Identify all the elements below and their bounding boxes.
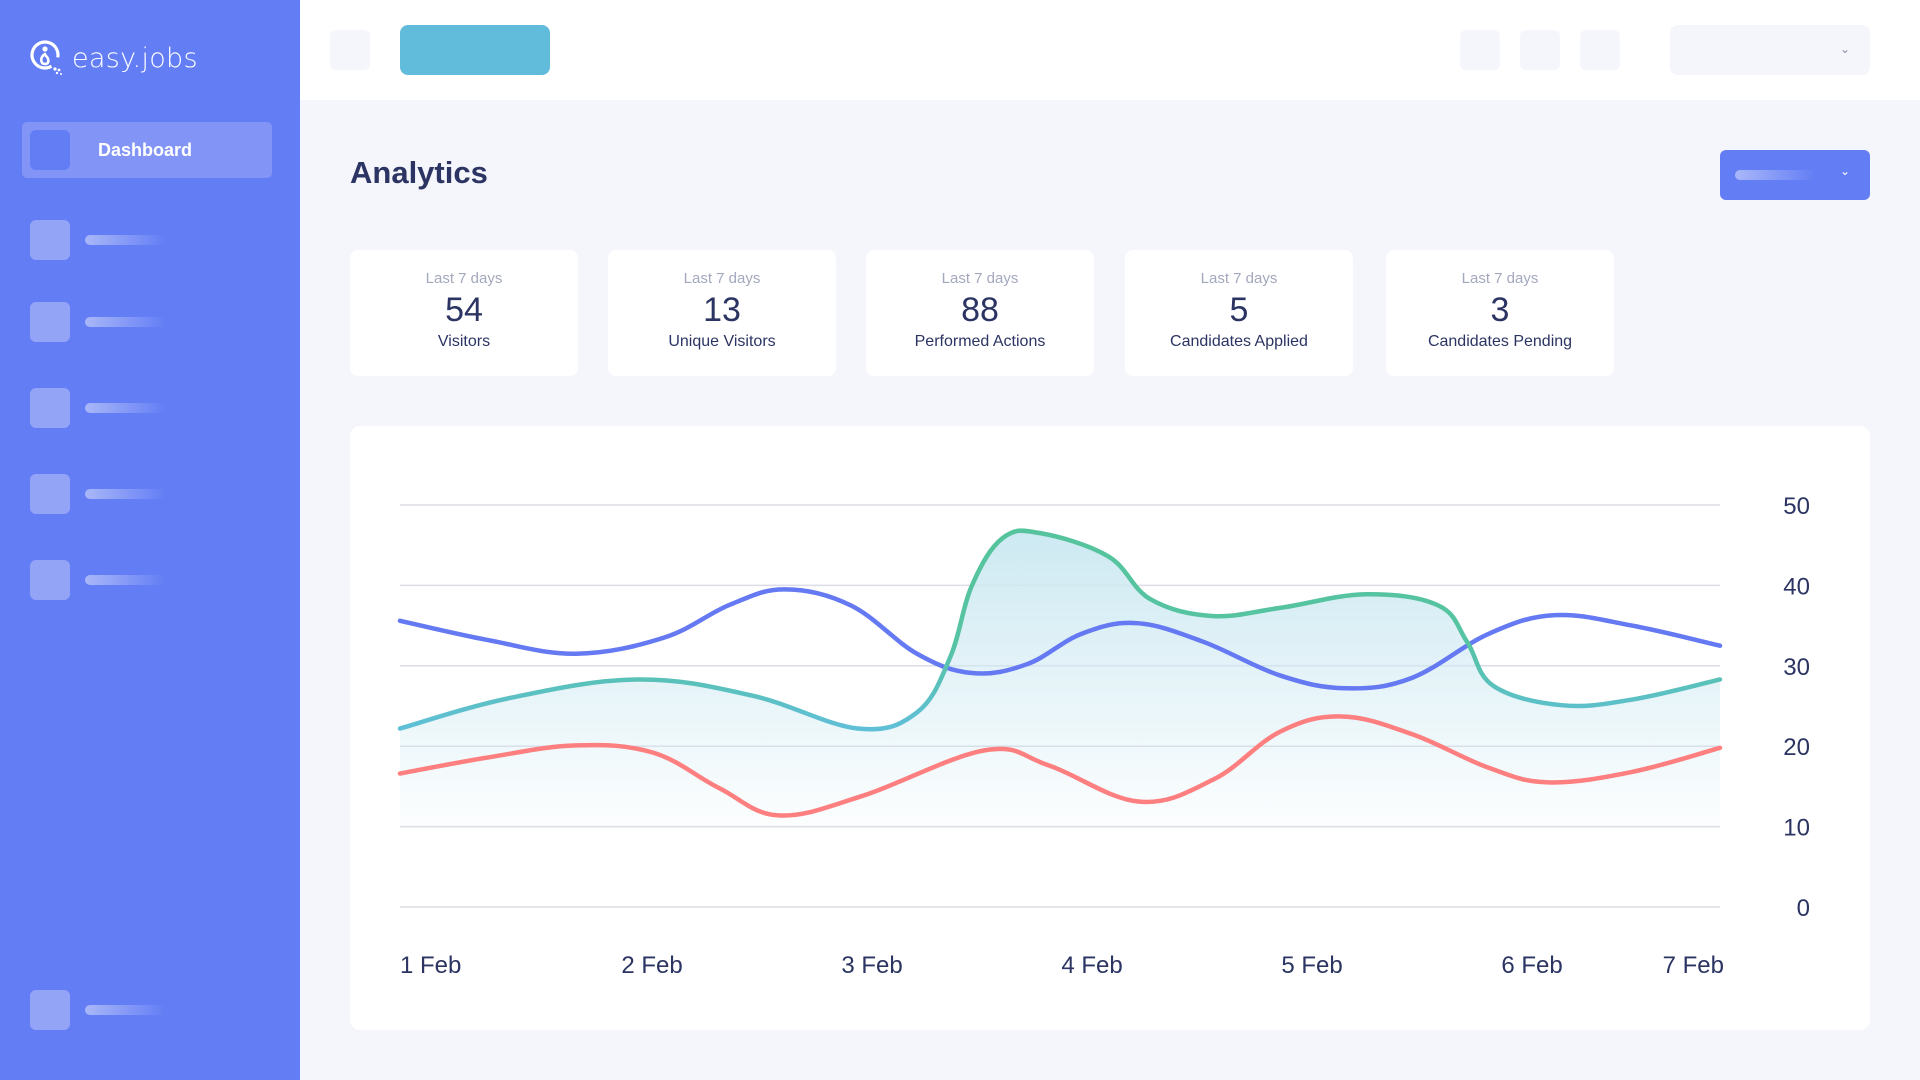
x-tick-label: 3 Feb xyxy=(841,952,902,979)
sidebar-item-label: Dashboard xyxy=(98,139,193,160)
x-tick-label: 2 Feb xyxy=(621,952,682,979)
stat-label: Performed Actions xyxy=(914,333,1046,350)
brand-logo[interactable]: easy.jobs xyxy=(28,38,198,78)
nav-placeholder-label xyxy=(85,317,165,327)
analytics-line-chart: 0 10 20 30 40 50 1 Feb 2 Feb 3 Feb 4 Feb 5 Feb 6 F… xyxy=(397,493,1810,979)
stat-card-visitors: Last 7 days 54 Visitors xyxy=(350,250,578,376)
y-tick-label: 40 xyxy=(1783,573,1810,600)
chevron-down-icon: ⌄ xyxy=(1839,164,1850,178)
sidebar-item-placeholder[interactable] xyxy=(30,474,230,514)
nav-placeholder-icon xyxy=(30,220,70,260)
sidebar-item-placeholder[interactable] xyxy=(30,302,230,342)
easyjobs-logo-icon xyxy=(30,40,62,75)
y-tick-label: 20 xyxy=(1783,734,1810,761)
nav-placeholder-label xyxy=(85,235,165,245)
analytics-chart-card: 0 10 20 30 40 50 1 Feb 2 Feb 3 Feb 4 Feb 5 Feb 6 F… xyxy=(350,426,1870,1030)
x-tick-label: 4 Feb xyxy=(1061,952,1122,979)
nav-placeholder-icon xyxy=(30,560,70,600)
nav-placeholder-icon xyxy=(30,474,70,514)
stat-card-unique-visitors: Last 7 days 13 Unique Visitors xyxy=(608,250,836,376)
sidebar-item-placeholder[interactable] xyxy=(30,560,230,600)
brand-name: easy.jobs xyxy=(72,42,198,74)
stat-label: Unique Visitors xyxy=(668,333,776,350)
stat-period: Last 7 days xyxy=(425,270,503,287)
y-tick-label: 50 xyxy=(1783,493,1810,520)
x-tick-label: 5 Feb xyxy=(1281,952,1342,979)
topbar-icon-button[interactable] xyxy=(1580,30,1620,70)
topbar-icon-button[interactable] xyxy=(1520,30,1560,70)
series-area-2 xyxy=(400,530,1720,827)
sidebar-item-placeholder[interactable] xyxy=(30,388,230,428)
filter-placeholder-label xyxy=(1735,170,1815,180)
y-tick-label: 10 xyxy=(1783,815,1810,842)
sidebar-item-placeholder[interactable] xyxy=(30,220,230,260)
date-filter-dropdown[interactable]: ⌄ xyxy=(1720,150,1870,200)
stat-value: 54 xyxy=(445,291,483,329)
stat-period: Last 7 days xyxy=(683,270,761,287)
stat-value: 5 xyxy=(1229,291,1249,329)
menu-toggle-button[interactable] xyxy=(330,30,370,70)
dashboard-icon xyxy=(30,130,70,170)
stat-value: 13 xyxy=(703,291,741,329)
sidebar: easy.jobs Dashboard xyxy=(0,0,300,1080)
stat-card-candidates-applied: Last 7 days 5 Candidates Applied xyxy=(1125,250,1353,376)
nav-placeholder-label xyxy=(85,489,165,499)
sidebar-footer-item[interactable] xyxy=(30,990,230,1030)
nav-placeholder-label xyxy=(85,1005,165,1015)
x-tick-label: 7 Feb xyxy=(1663,952,1724,979)
nav-placeholder-label xyxy=(85,403,165,413)
primary-action-button[interactable] xyxy=(400,25,550,75)
stat-value: 3 xyxy=(1490,291,1510,329)
page-title: Analytics xyxy=(350,155,488,190)
stat-value: 88 xyxy=(961,291,999,329)
stat-label: Candidates Pending xyxy=(1427,333,1573,350)
nav-placeholder-icon xyxy=(30,990,70,1030)
company-select[interactable]: ⌄ xyxy=(1670,25,1870,75)
nav-placeholder-icon xyxy=(30,388,70,428)
topbar-icon-button[interactable] xyxy=(1460,30,1500,70)
nav-placeholder-icon xyxy=(30,302,70,342)
stat-period: Last 7 days xyxy=(1461,270,1539,287)
chevron-down-icon: ⌄ xyxy=(1839,42,1850,56)
stat-period: Last 7 days xyxy=(941,270,1019,287)
y-tick-label: 30 xyxy=(1783,654,1810,681)
topbar: ⌄ xyxy=(300,0,1920,100)
y-tick-label: 0 xyxy=(1797,895,1810,922)
x-tick-label: 1 Feb xyxy=(400,952,461,979)
stat-period: Last 7 days xyxy=(1200,270,1278,287)
x-tick-label: 6 Feb xyxy=(1501,952,1562,979)
stat-label: Visitors xyxy=(437,333,491,350)
stat-card-performed-actions: Last 7 days 88 Performed Actions xyxy=(866,250,1094,376)
nav-placeholder-label xyxy=(85,575,165,585)
stat-label: Candidates Applied xyxy=(1170,333,1308,350)
sidebar-item-dashboard[interactable]: Dashboard xyxy=(22,122,272,178)
stat-card-candidates-pending: Last 7 days 3 Candidates Pending xyxy=(1386,250,1614,376)
